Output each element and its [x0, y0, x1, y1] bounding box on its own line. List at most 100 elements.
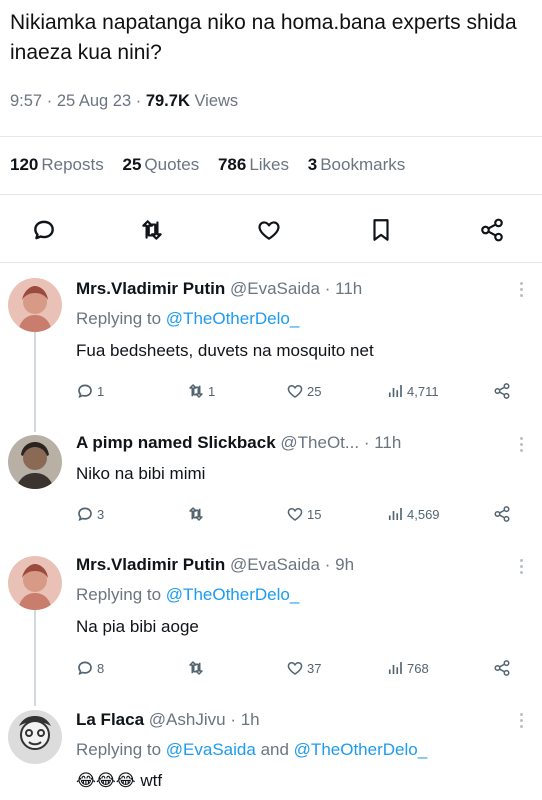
divider [0, 194, 542, 195]
reply-text: Niko na bibi mimi [76, 464, 206, 483]
reply-repost-button[interactable] [187, 657, 208, 679]
reply-time: · 11h [324, 279, 363, 298]
reply-count: 1 [97, 383, 105, 399]
views-icon [388, 662, 402, 674]
reply-like-button[interactable]: 37 [286, 657, 321, 679]
more-options-button[interactable] [516, 437, 526, 452]
reply-action-bar: 8 37 768 [0, 657, 542, 679]
reply-header: A pimp named Slickback @TheOt... · 11h [76, 433, 401, 453]
reply-action-bar: 3 15 4,569 [0, 503, 542, 525]
reply-handle[interactable]: @EvaSaida [230, 279, 320, 298]
views-label: Views [194, 92, 239, 110]
mention-link[interactable]: @TheOtherDelo_ [166, 585, 300, 604]
reply-handle[interactable]: @TheOt... [280, 433, 359, 452]
reply-reply-button[interactable]: 1 [76, 380, 104, 402]
avatar[interactable] [8, 556, 62, 610]
reply-button[interactable] [26, 212, 62, 248]
share-icon [494, 660, 510, 676]
reply-views-button[interactable]: 768 [386, 657, 429, 679]
repost-button[interactable] [134, 212, 170, 248]
reply-icon [78, 507, 92, 521]
reply-author-name[interactable]: La Flaca [76, 710, 144, 729]
mention-link[interactable]: @TheOtherDelo_ [166, 309, 300, 328]
mention-link[interactable]: @TheOtherDelo_ [294, 740, 428, 759]
avatar-image [8, 556, 62, 610]
tweet-meta: 9:57 · 25 Aug 23 · 79.7K Views [10, 92, 238, 111]
bookmark-button[interactable] [363, 212, 399, 248]
reply-author-name[interactable]: Mrs.Vladimir Putin [76, 279, 225, 298]
tweet-action-bar [0, 212, 542, 248]
like-icon [287, 384, 303, 398]
like-count: 25 [307, 383, 322, 399]
views-count: 768 [407, 660, 429, 676]
avatar-image [8, 710, 62, 764]
reply-views-button[interactable]: 4,569 [386, 503, 440, 525]
reply-share-button[interactable] [493, 503, 511, 525]
repost-icon [142, 220, 162, 240]
reply-text: 😂😂😂 wtf [76, 771, 163, 790]
reply-header: Mrs.Vladimir Putin @EvaSaida · 9h [76, 555, 354, 575]
repost-count: 1 [208, 383, 216, 399]
reply-reply-button[interactable]: 8 [76, 657, 104, 679]
avatar[interactable] [8, 278, 62, 332]
reply-reply-button[interactable]: 3 [76, 503, 104, 525]
avatar[interactable] [8, 710, 62, 764]
tweet-text: Nikiamka napatanga niko na homa.bana exp… [10, 11, 517, 64]
meta-separator: · [46, 92, 53, 110]
more-options-button[interactable] [516, 713, 526, 728]
bookmarks-stat[interactable]: 3 Bookmarks [308, 155, 406, 174]
reposts-stat[interactable]: 120 Reposts [10, 155, 104, 174]
reply-count: 3 [97, 506, 105, 522]
reply-handle[interactable]: @EvaSaida [230, 555, 320, 574]
more-options-button[interactable] [516, 559, 526, 574]
repost-icon [189, 661, 203, 675]
reply-text: Fua bedsheets, duvets na mosquito net [76, 341, 374, 360]
like-count: 37 [307, 660, 322, 676]
reply-handle[interactable]: @AshJivu [149, 710, 226, 729]
replying-to: Replying to @EvaSaida and @TheOtherDelo_ [76, 740, 428, 759]
like-button[interactable] [251, 212, 287, 248]
quotes-stat[interactable]: 25 Quotes [122, 155, 199, 174]
reply-like-button[interactable]: 15 [286, 503, 321, 525]
reply-header: Mrs.Vladimir Putin @EvaSaida · 11h [76, 279, 362, 299]
replying-to: Replying to @TheOtherDelo_ [76, 585, 300, 604]
reply-action-bar: 1 1 25 4,711 [0, 380, 542, 402]
bookmark-icon [373, 219, 389, 241]
more-options-button[interactable] [516, 282, 526, 297]
views-icon [388, 385, 402, 397]
like-icon [287, 661, 303, 675]
reply-repost-button[interactable]: 1 [187, 380, 215, 402]
reply-time: · 11h [363, 433, 402, 452]
avatar-image [8, 435, 62, 489]
reply-icon [34, 220, 54, 240]
reply-icon [78, 661, 92, 675]
views-count: 4,711 [407, 383, 439, 399]
repost-icon [189, 507, 203, 521]
replying-to: Replying to @TheOtherDelo_ [76, 309, 300, 328]
views-icon [388, 508, 402, 520]
reply-views-button[interactable]: 4,711 [386, 380, 439, 402]
tweet-date[interactable]: 25 Aug 23 [57, 92, 131, 110]
avatar[interactable] [8, 435, 62, 489]
mention-link[interactable]: @EvaSaida [166, 740, 256, 759]
reply-repost-button[interactable] [187, 503, 208, 525]
tweet-time[interactable]: 9:57 [10, 92, 42, 110]
avatar-image [8, 278, 62, 332]
reply-author-name[interactable]: Mrs.Vladimir Putin [76, 555, 225, 574]
views-count: 4,569 [407, 506, 440, 522]
like-count: 15 [307, 506, 322, 522]
reply-text: Na pia bibi aoge [76, 617, 199, 636]
share-icon [494, 383, 510, 399]
likes-stat[interactable]: 786 Likes [218, 155, 289, 174]
share-button[interactable] [474, 212, 510, 248]
reply-header: La Flaca @AshJivu · 1h [76, 710, 260, 730]
engagement-stats: 120 Reposts 25 Quotes 786 Likes 3 Bookmarks [10, 155, 419, 175]
reply-author-name[interactable]: A pimp named Slickback [76, 433, 276, 452]
repost-icon [189, 384, 203, 398]
share-icon [481, 218, 503, 242]
reply-time: · 9h [324, 555, 355, 574]
reply-like-button[interactable]: 25 [286, 380, 321, 402]
reply-share-button[interactable] [493, 657, 511, 679]
reply-icon [78, 384, 92, 398]
reply-share-button[interactable] [493, 380, 511, 402]
